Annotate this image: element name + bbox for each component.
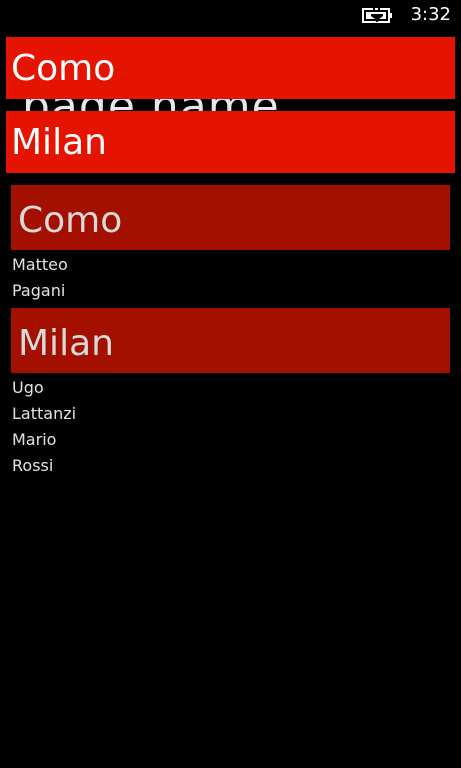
clock: 3:32 (410, 4, 451, 25)
list-item[interactable]: Matteo (11, 252, 450, 278)
list-item[interactable]: Pagani (11, 278, 450, 304)
list-item[interactable]: Rossi (11, 453, 450, 479)
group-items: Matteo Pagani (11, 252, 450, 304)
group-milan: Milan Ugo Lattanzi Mario Rossi (11, 308, 450, 479)
list-item[interactable]: Lattanzi (11, 401, 450, 427)
list-item[interactable]: Ugo (11, 375, 450, 401)
battery-charging-icon (362, 6, 394, 24)
group-como: Como Matteo Pagani (11, 185, 450, 304)
group-header[interactable]: Como (11, 185, 450, 250)
jump-list-item-milan[interactable]: Milan (6, 111, 455, 173)
grouped-list: Como Matteo Pagani Milan Ugo Lattanzi Ma… (11, 185, 450, 479)
group-items: Ugo Lattanzi Mario Rossi (11, 375, 450, 479)
group-header[interactable]: Milan (11, 308, 450, 373)
list-item[interactable]: Mario (11, 427, 450, 453)
status-bar: 3:32 (0, 0, 461, 32)
jump-list-item-como[interactable]: Como (6, 37, 455, 99)
